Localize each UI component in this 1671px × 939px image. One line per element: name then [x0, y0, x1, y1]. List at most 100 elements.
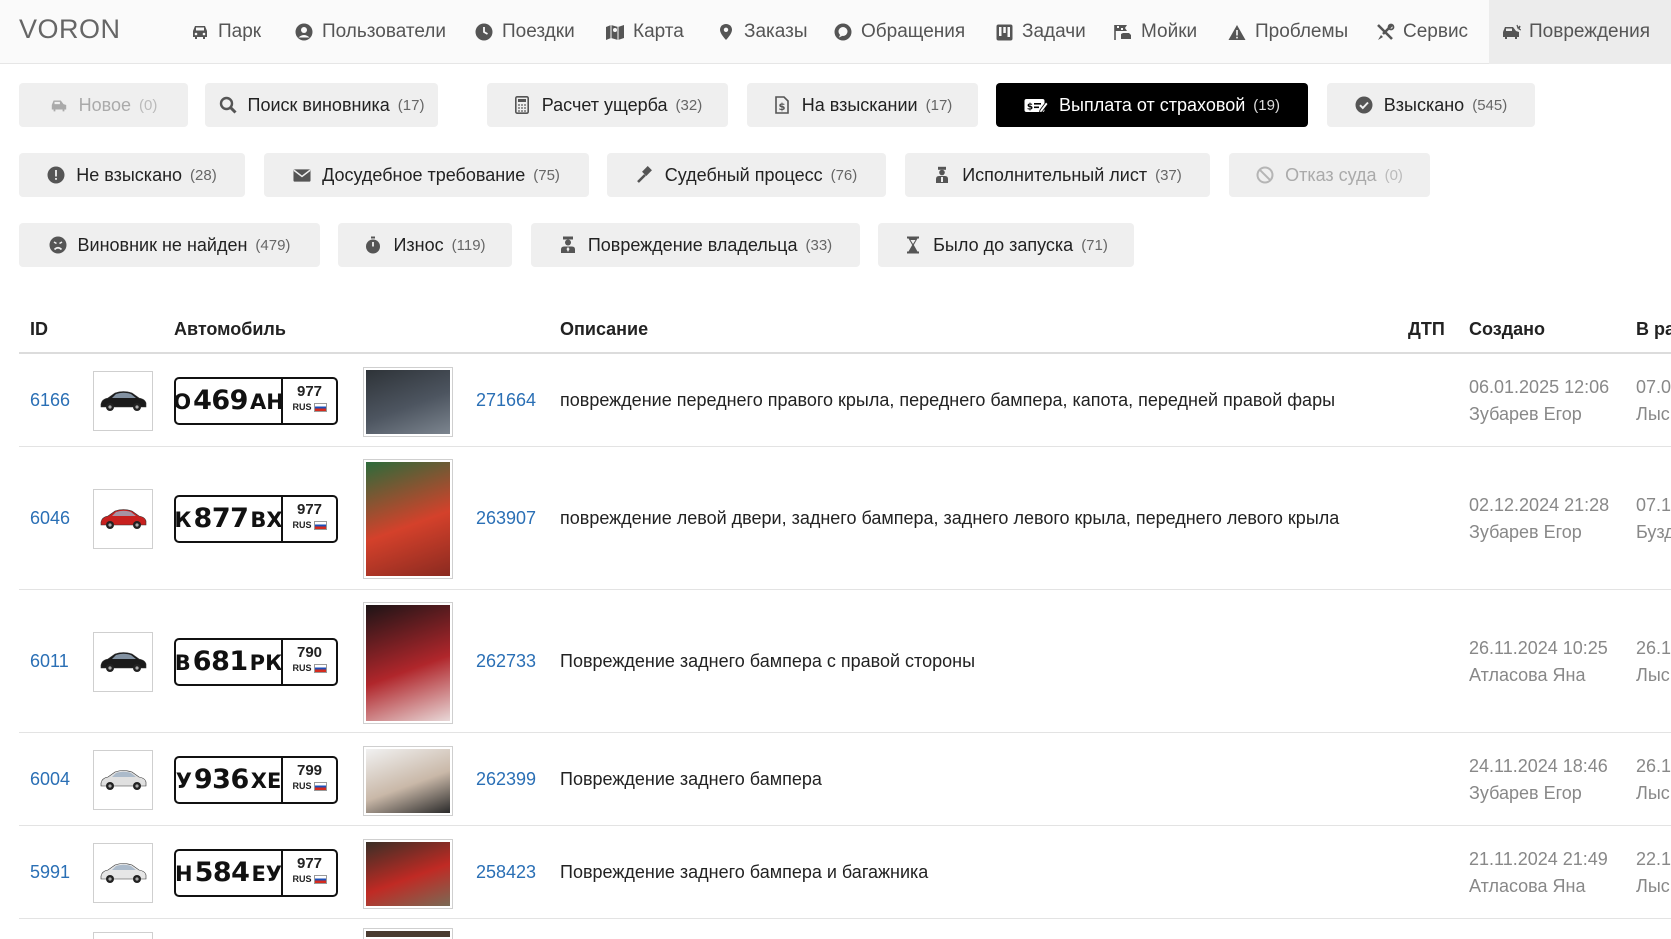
row-divider	[19, 732, 1671, 733]
bailiff-icon	[933, 166, 951, 184]
in-work-date: 26.1	[1636, 638, 1671, 658]
damage-photo[interactable]	[363, 602, 453, 724]
damage-photo[interactable]	[363, 459, 453, 579]
column-header-car[interactable]: Автомобиль	[174, 319, 286, 340]
in-work-by: Лыс	[1636, 404, 1670, 424]
damage-id-link[interactable]: 6046	[30, 508, 70, 529]
ride-id-link[interactable]: 271664	[476, 390, 536, 411]
created-by: Зубарев Егор	[1469, 404, 1582, 424]
row-divider	[19, 825, 1671, 826]
car-thumbnail[interactable]	[93, 750, 153, 810]
status-chip-new[interactable]: Новое (0)	[19, 83, 188, 127]
nav-item-tasks[interactable]: Задачи	[994, 0, 1086, 64]
car-thumbnail[interactable]	[93, 371, 153, 431]
plate-region: 799 RUS	[281, 758, 336, 802]
exclamation-circle-icon	[47, 166, 65, 184]
nav-item-park[interactable]: Парк	[190, 0, 261, 64]
car-thumbnail[interactable]	[93, 632, 153, 692]
nav-item-orders[interactable]: Заказы	[716, 0, 808, 64]
status-count: (479)	[255, 236, 291, 254]
status-count: (37)	[1155, 166, 1182, 184]
column-header-in-work[interactable]: В ра	[1636, 319, 1671, 340]
status-count: (76)	[830, 166, 858, 184]
status-chip-culprit-not-found[interactable]: Виновник не найден (479)	[19, 223, 320, 267]
plate-country-code: RUS	[292, 520, 312, 530]
status-chip-wear[interactable]: Износ (119)	[338, 223, 512, 267]
nav-item-damages[interactable]: Повреждения	[1489, 0, 1671, 64]
ride-id-link[interactable]: 258423	[476, 862, 536, 883]
status-chip-court-process[interactable]: Судебный процесс (76)	[607, 153, 886, 197]
plate-country-code: RUS	[292, 781, 312, 791]
top-navigation: VORON Парк Пользователи Поездки Карта За…	[0, 0, 1671, 64]
plate-series: ХЕ	[250, 769, 282, 793]
status-chip-insurance-payout[interactable]: $ Выплата от страховой (19)	[996, 83, 1308, 127]
damage-id-link[interactable]: 5991	[30, 862, 70, 883]
plate-digits: 584	[194, 857, 250, 888]
damage-id-link[interactable]: 6166	[30, 390, 70, 411]
plate-region-code: 977	[296, 383, 323, 400]
plate-letter: Н	[175, 862, 193, 886]
nav-item-service[interactable]: Сервис	[1375, 0, 1468, 64]
status-chip-pretrial-claim[interactable]: Досудебное требование (75)	[264, 153, 589, 197]
status-chip-not-collected[interactable]: Не взыскано (28)	[19, 153, 245, 197]
car-thumbnail[interactable]	[93, 843, 153, 903]
column-header-id[interactable]: ID	[30, 319, 48, 340]
created-cell: 26.11.2024 10:25 Атласова Яна	[1469, 635, 1608, 689]
plate-number: У 936 ХЕ	[176, 758, 282, 802]
in-work-date: 22.1	[1636, 849, 1671, 869]
status-chip-court-refusal[interactable]: Отказ суда (0)	[1229, 153, 1430, 197]
nav-item-problems[interactable]: Проблемы	[1227, 0, 1348, 64]
ride-id-link[interactable]: 263907	[476, 508, 536, 529]
row-divider	[19, 589, 1671, 590]
damage-description: повреждение левой двери, заднего бампера…	[560, 508, 1340, 528]
ride-id-link[interactable]: 262399	[476, 769, 536, 790]
app-logo[interactable]: VORON	[19, 14, 121, 45]
status-chip-culprit-search[interactable]: Поиск виновника (17)	[205, 83, 438, 127]
nav-item-map[interactable]: Карта	[605, 0, 684, 64]
in-work-cell: 26.1 Лыс	[1636, 635, 1671, 689]
plate-number: В 681 РК	[175, 640, 282, 684]
damage-photo[interactable]	[363, 746, 453, 816]
created-by: Зубарев Егор	[1469, 522, 1582, 542]
damage-description: Повреждение заднего бампера и багажника	[560, 862, 929, 882]
damage-photo-image	[366, 749, 450, 813]
created-date: 02.12.2024 21:28	[1469, 495, 1610, 515]
license-plate: В 681 РК 790 RUS	[174, 638, 338, 686]
status-chip-collected[interactable]: Взыскано (545)	[1327, 83, 1535, 127]
nav-item-users[interactable]: Пользователи	[294, 0, 446, 64]
status-label: Досудебное требование	[322, 164, 526, 185]
car-wash-icon	[1113, 22, 1133, 42]
status-chip-owner-damage[interactable]: Повреждение владельца (33)	[531, 223, 860, 267]
nav-item-appeals[interactable]: Обращения	[833, 0, 965, 64]
check-circle-icon	[1355, 96, 1373, 114]
status-chip-before-launch[interactable]: Было до запуска (71)	[878, 223, 1134, 267]
money-check-icon: $	[1024, 96, 1049, 114]
plate-series: ЕУ	[251, 862, 282, 886]
damage-photo-image	[366, 842, 450, 906]
damage-photo-image	[366, 931, 450, 937]
nav-item-label: Заказы	[744, 21, 808, 42]
status-count: (545)	[1472, 96, 1508, 114]
status-label: Расчет ущерба	[541, 94, 668, 115]
damage-photo[interactable]	[363, 367, 453, 437]
hourglass-icon	[904, 236, 922, 254]
status-chip-damage-calc[interactable]: Расчет ущерба (32)	[487, 83, 728, 127]
column-header-description[interactable]: Описание	[560, 319, 648, 340]
status-count: (0)	[139, 96, 158, 114]
status-chip-writ-of-execution[interactable]: Исполнительный лист (37)	[905, 153, 1210, 197]
column-header-accident[interactable]: ДТП	[1408, 319, 1445, 340]
column-header-created[interactable]: Создано	[1469, 319, 1545, 340]
ride-id-link[interactable]: 262733	[476, 651, 536, 672]
status-chip-collection[interactable]: $ На взыскании (17)	[747, 83, 978, 127]
damage-id-link[interactable]: 6004	[30, 769, 70, 790]
plate-country-code: RUS	[292, 402, 312, 412]
created-cell: 02.12.2024 21:28 Зубарев Егор	[1469, 492, 1609, 546]
nav-item-washes[interactable]: Мойки	[1113, 0, 1197, 64]
damage-photo[interactable]	[363, 839, 453, 909]
svg-text:$: $	[778, 102, 785, 113]
nav-item-trips[interactable]: Поездки	[474, 0, 575, 64]
damage-id-link[interactable]: 6011	[30, 651, 69, 672]
plate-region-code: 790	[296, 644, 323, 661]
plate-region-code: 977	[296, 501, 323, 518]
car-thumbnail[interactable]	[93, 489, 153, 549]
